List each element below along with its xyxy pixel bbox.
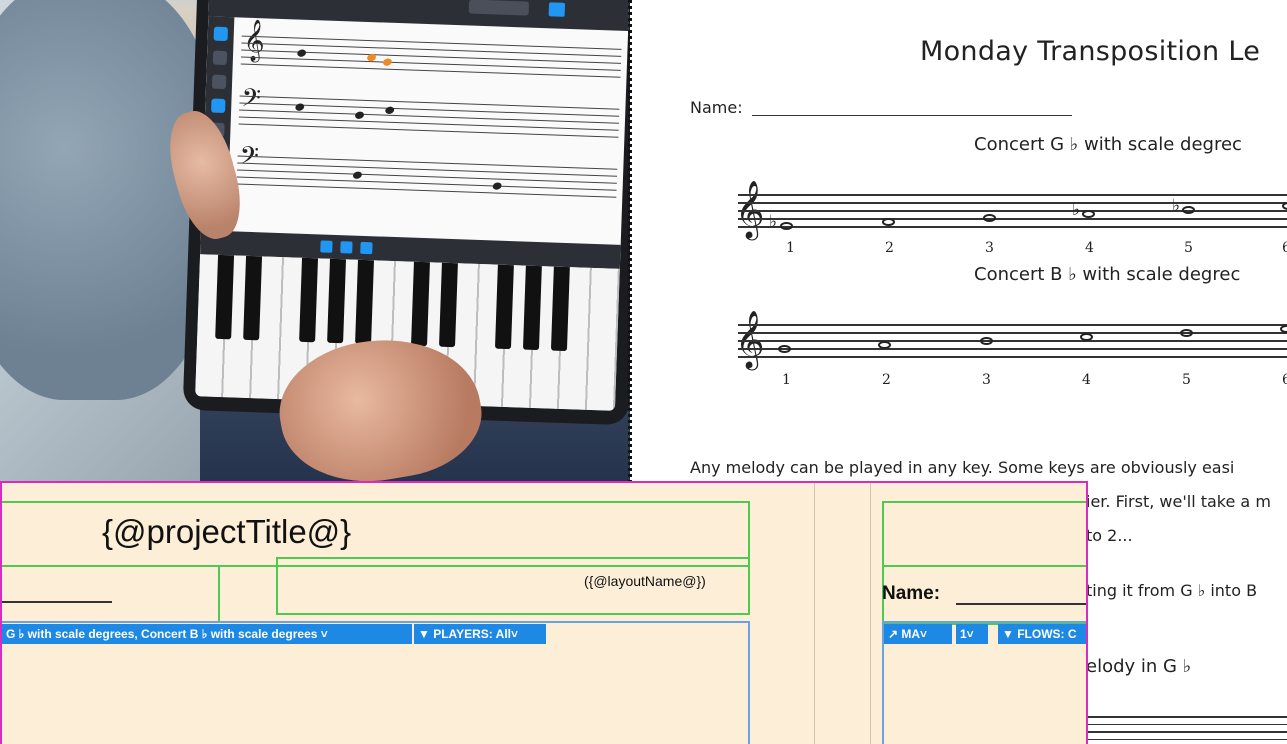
players-filter-button[interactable]: ▼ PLAYERS: All˅ [414,624,546,644]
name-label: Name: [690,98,743,117]
staff-system [236,155,618,198]
name-blank-line [2,601,112,603]
whole-note [780,222,793,230]
name-blank-line [956,603,1086,605]
section-heading: Concert B ♭ with scale degrec [974,264,1241,285]
note-value-icon [320,240,333,253]
master-page-button[interactable]: ↗ MA˅ [884,624,952,644]
flows-filter-button[interactable]: ▼ FLOWS: C [998,624,1086,644]
scale-degree: 2 [882,372,891,388]
scale-degree: 4 [1082,372,1091,388]
tool-icon [213,26,229,42]
project-title-token: {@projectTitle@} [102,513,352,550]
page-gutter-line [814,483,815,744]
note-value-icon [360,241,373,255]
whole-note [778,345,791,353]
scale-degree: 2 [885,240,894,256]
name-blank-line [752,115,1072,116]
scale-degree: 3 [982,372,991,388]
melody-staff [1072,716,1287,744]
staff [738,324,1287,358]
body-text: elody in G ♭ [1086,656,1192,677]
whole-note [1080,333,1093,341]
toolbar-active-icon [548,2,566,17]
layout-name-token: ({@layoutName@}) [584,573,706,589]
whole-note [878,341,891,349]
body-text: to 2... [1086,526,1133,545]
app-toolbar [208,0,630,32]
worksheet-title: Monday Transposition Le [920,36,1261,67]
whole-note [1280,325,1287,333]
promo-photo: 𝄞 𝄢 𝄢 [0,0,630,482]
scale-degree: 6 [1282,240,1287,256]
note-value-icon [340,241,353,254]
page-number-dropdown[interactable]: 1˅ [956,624,988,644]
body-text: ting it from G ♭ into B [1086,581,1258,600]
scale-degree: 3 [985,240,994,256]
scale-degree: 6 [1282,372,1287,388]
tool-icon [212,50,228,66]
name-label: Name: [882,583,941,604]
scale-degree: 1 [786,240,795,256]
tool-icon [211,98,226,114]
page-gutter-line [870,483,871,744]
whole-note [980,337,993,345]
flat-icon: ♭ [769,212,778,232]
staff [738,194,1287,228]
whole-note [1182,206,1195,214]
page-template-editor: {@projectTitle@} ({@layoutName@}) G ♭ wi… [0,481,1088,744]
scale-degree: 4 [1085,240,1094,256]
whole-note [1082,210,1095,218]
tool-icon [211,74,227,90]
body-text: ier. First, we'll take a m [1086,492,1271,511]
right-page-title-frame[interactable] [882,501,1086,567]
scale-degree: 5 [1182,372,1191,388]
whole-note [983,214,996,222]
flat-icon: ♭ [1072,200,1081,220]
body-text: Any melody can be played in any key. Som… [690,458,1235,477]
whole-note [1180,329,1193,337]
section-heading: Concert G ♭ with scale degrec [974,134,1242,155]
scale-degree: 5 [1184,240,1193,256]
flat-icon: ♭ [1172,196,1181,216]
staff-system [238,95,620,138]
flows-filter-button[interactable]: G ♭ with scale degrees, Concert B ♭ with… [2,624,412,644]
toolbar-mode-selector [468,0,530,16]
whole-note [882,218,895,226]
name-frame[interactable] [2,565,220,623]
scale-degree: 1 [782,372,791,388]
